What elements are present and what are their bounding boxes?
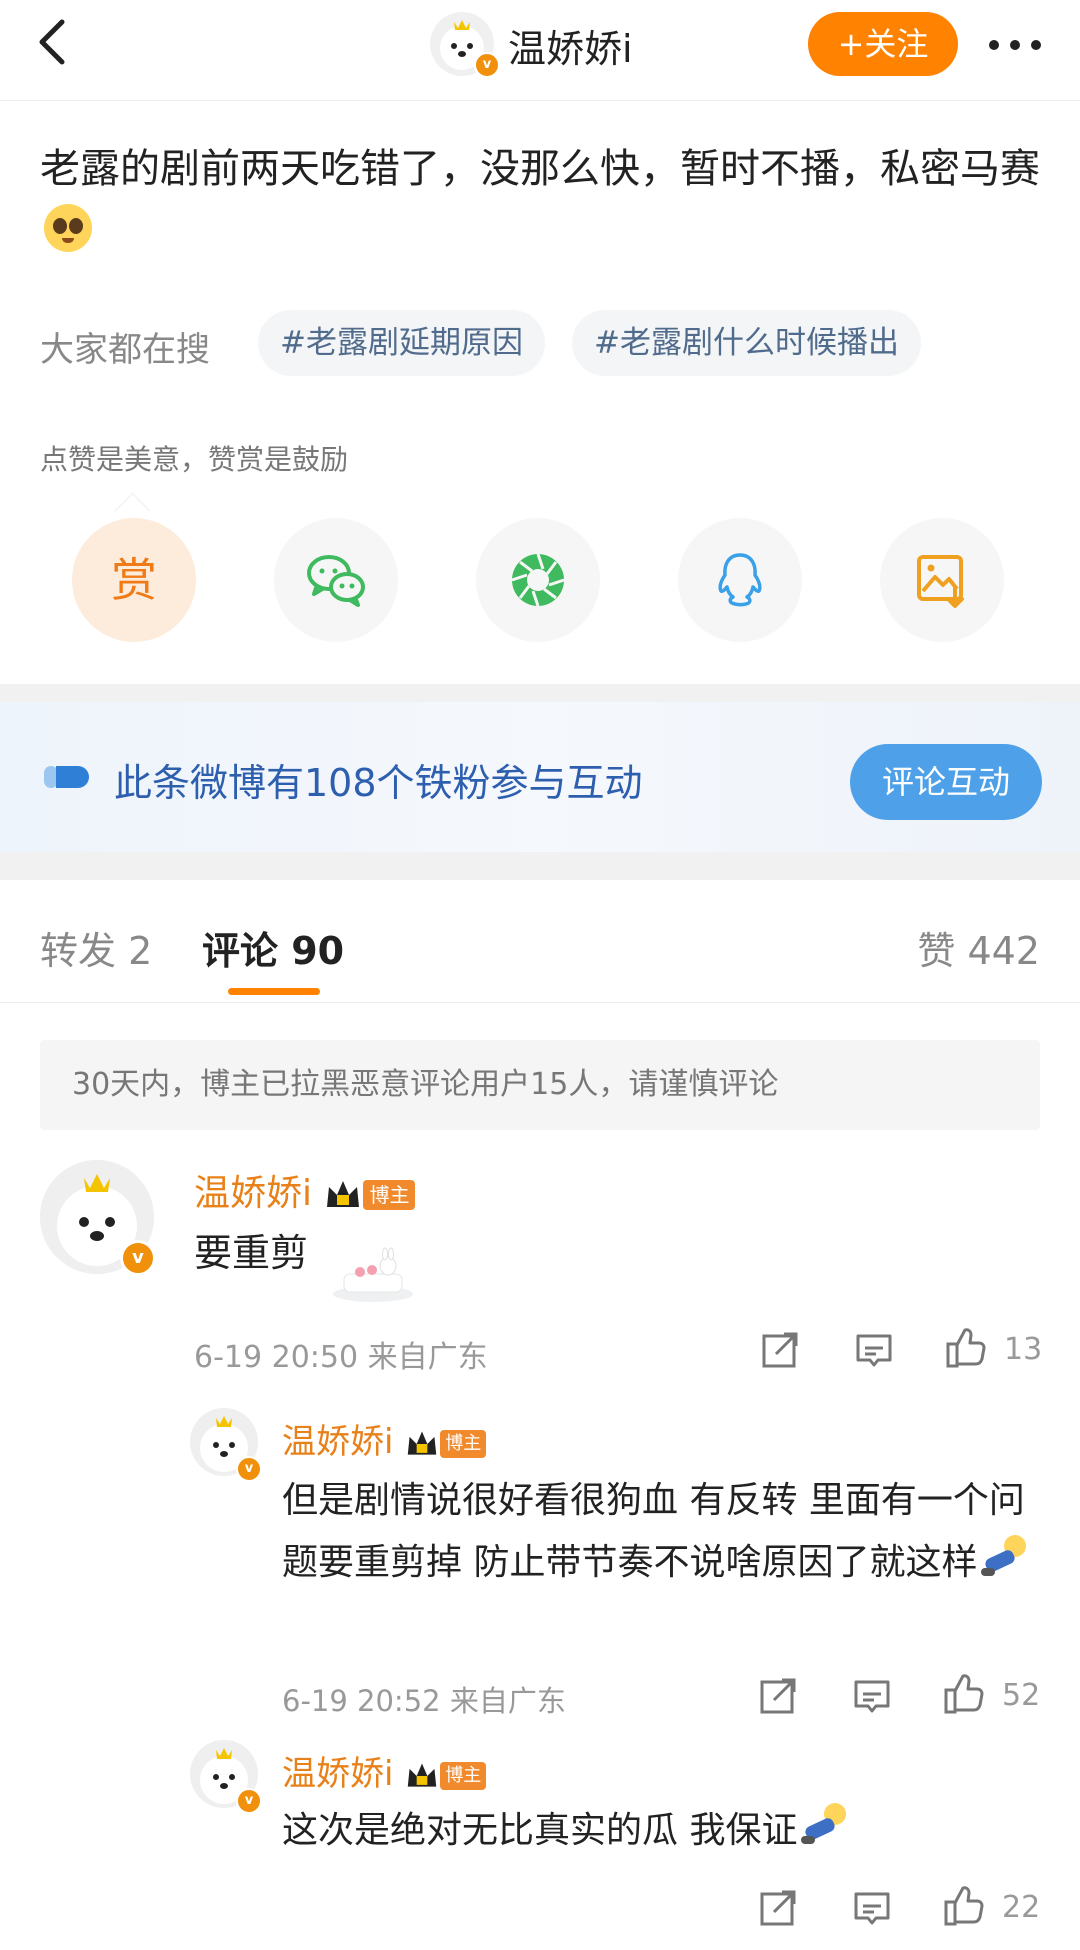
comment-timestamp: 6-19 20:52 来自广东 bbox=[282, 1684, 566, 1718]
reward-button[interactable]: 赏 bbox=[72, 518, 196, 642]
back-arrow-icon[interactable] bbox=[26, 14, 82, 70]
reward-hint: 点赞是美意，赞赏是鼓励 bbox=[40, 443, 349, 476]
blogger-badge: 博主 bbox=[440, 1761, 487, 1790]
comment-text: 要重剪 bbox=[194, 1231, 309, 1275]
nav-username[interactable]: 温娇娇i bbox=[508, 18, 633, 73]
like-count: 52 bbox=[1002, 1678, 1041, 1713]
reward-icon: 赏 bbox=[111, 553, 157, 607]
reply-icon[interactable] bbox=[854, 1330, 894, 1374]
tab-repost[interactable]: 转发 2 bbox=[40, 920, 152, 975]
comment-header: 温娇娇i 博主 bbox=[194, 1164, 416, 1216]
comment-text: 这次是绝对无比真实的瓜 我保证 bbox=[282, 1810, 798, 1851]
post-text: 老露的剧前两天吃错了，没那么快，暂时不播，私密马赛 bbox=[40, 146, 1040, 192]
comment-interact-button[interactable]: 评论互动 bbox=[850, 744, 1042, 820]
share-wechat-button[interactable] bbox=[274, 518, 398, 642]
fans-interaction-text: 此条微博有108个铁粉参与互动 bbox=[114, 761, 643, 805]
commenter-name[interactable]: 温娇娇i bbox=[282, 1754, 393, 1794]
verified-badge-icon: v bbox=[236, 1788, 262, 1814]
save-image-icon bbox=[917, 555, 964, 608]
commenter-name[interactable]: 温娇娇i bbox=[194, 1173, 312, 1214]
cake-sticker-icon bbox=[330, 1244, 416, 1308]
save-image-button[interactable] bbox=[880, 518, 1004, 642]
comment-body: 但是剧情说很好看很狗血 有反转 里面有一个问题要重剪掉 防止带节奏不说啥原因了就… bbox=[282, 1470, 1042, 1594]
lying-down-emoji-icon bbox=[801, 1803, 847, 1844]
qq-icon bbox=[718, 553, 762, 607]
repost-icon[interactable] bbox=[758, 1888, 798, 1932]
fan-crown-icon bbox=[327, 1181, 360, 1207]
like-count: 22 bbox=[1002, 1890, 1041, 1925]
repost-icon[interactable] bbox=[760, 1330, 800, 1374]
tab-comment[interactable]: 评论 90 bbox=[202, 920, 344, 975]
like-count: 13 bbox=[1004, 1332, 1043, 1367]
trending-tag-1[interactable]: #老露剧延期原因 bbox=[258, 310, 545, 376]
more-options-icon[interactable] bbox=[980, 20, 1050, 70]
trending-search-label: 大家都在搜 bbox=[40, 330, 210, 370]
blacklist-notice: 30天内，博主已拉黑恶意评论用户15人，请谨慎评论 bbox=[40, 1040, 1040, 1130]
verified-badge-icon: v bbox=[236, 1456, 262, 1482]
verified-badge-icon: v bbox=[120, 1240, 156, 1276]
fan-crown-icon bbox=[408, 1763, 437, 1787]
pleading-face-emoji-icon bbox=[44, 204, 92, 252]
moments-icon bbox=[511, 553, 565, 607]
lying-down-emoji-icon bbox=[981, 1535, 1027, 1576]
follow-button[interactable]: +关注 bbox=[808, 12, 958, 76]
comment-body: 这次是绝对无比真实的瓜 我保证 bbox=[282, 1800, 1042, 1862]
reply-icon[interactable] bbox=[852, 1676, 892, 1720]
like-icon[interactable] bbox=[942, 1884, 986, 1932]
comment-text: 但是剧情说很好看很狗血 有反转 里面有一个问题要重剪掉 防止带节奏不说啥原因了就… bbox=[282, 1480, 1025, 1583]
like-icon[interactable] bbox=[942, 1672, 986, 1720]
repost-icon[interactable] bbox=[758, 1676, 798, 1720]
post-content: 老露的剧前两天吃错了，没那么快，暂时不播，私密马赛 bbox=[40, 138, 1040, 262]
trending-tag-2[interactable]: #老露剧什么时候播出 bbox=[572, 310, 921, 376]
share-moments-button[interactable] bbox=[476, 518, 600, 642]
tab-like[interactable]: 赞 442 bbox=[917, 920, 1040, 975]
wechat-icon bbox=[307, 555, 365, 607]
blogger-badge: 博主 bbox=[363, 1180, 416, 1210]
share-qq-button[interactable] bbox=[678, 518, 802, 642]
fan-crown-icon bbox=[408, 1431, 437, 1455]
comment-timestamp: 6-19 20:50 来自广东 bbox=[194, 1340, 488, 1375]
blogger-badge: 博主 bbox=[440, 1429, 487, 1458]
comment-header: 温娇娇i 博主 bbox=[282, 1414, 487, 1463]
comment-header: 温娇娇i 博主 bbox=[282, 1746, 487, 1795]
fans-icon bbox=[42, 760, 92, 798]
like-icon[interactable] bbox=[944, 1326, 988, 1374]
section-divider bbox=[0, 852, 1080, 880]
commenter-name[interactable]: 温娇娇i bbox=[282, 1422, 393, 1462]
active-tab-indicator bbox=[228, 988, 320, 995]
verified-badge-icon: v bbox=[474, 52, 500, 78]
reply-icon[interactable] bbox=[852, 1888, 892, 1932]
section-divider bbox=[0, 684, 1080, 702]
tabs-divider bbox=[0, 1002, 1080, 1003]
